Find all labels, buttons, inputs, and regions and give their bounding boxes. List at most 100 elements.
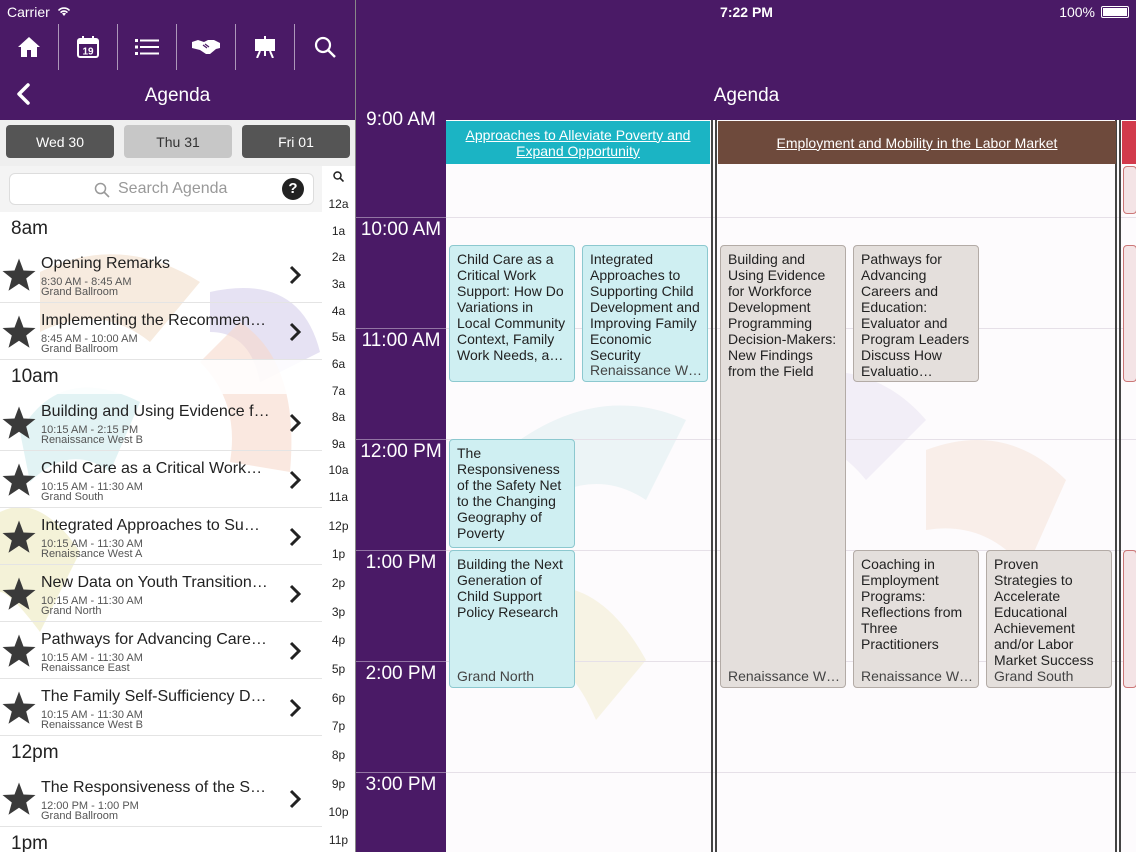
session-card-partial[interactable] [1123, 166, 1136, 214]
session-card-partial[interactable] [1123, 245, 1136, 382]
star-icon[interactable] [1, 257, 37, 293]
item-title: Building and Using Evidence f… [41, 403, 270, 420]
day-tab-thu[interactable]: Thu 31 [124, 125, 232, 158]
home-button[interactable] [0, 24, 59, 70]
presentations-button[interactable] [236, 24, 295, 70]
index-item[interactable]: 10p [322, 805, 355, 819]
session-card-partial[interactable] [1123, 550, 1136, 688]
star-icon[interactable] [1, 405, 37, 441]
list-item[interactable]: Pathways for Advancing Care… 10:15 AM - … [0, 622, 322, 679]
calendar-button[interactable]: 19 [59, 24, 118, 70]
track-divider [711, 120, 713, 852]
star-icon[interactable] [1, 576, 37, 612]
index-item[interactable]: 5p [322, 662, 355, 676]
list-item[interactable]: Opening Remarks 8:30 AM - 8:45 AM Grand … [0, 246, 322, 303]
item-title: Integrated Approaches to Su… [41, 517, 260, 534]
session-card[interactable]: Child Care as a Critical Work Support: H… [449, 245, 575, 382]
time-column: 9:00 AM 10:00 AM 11:00 AM 12:00 PM 1:00 … [356, 109, 446, 852]
list-item[interactable]: Implementing the Recommen… 8:45 AM - 10:… [0, 303, 322, 360]
track-header-third[interactable] [1122, 121, 1136, 164]
index-item[interactable]: 3a [322, 277, 355, 291]
search-button[interactable] [295, 24, 354, 70]
index-item[interactable]: 5a [322, 330, 355, 344]
index-item[interactable]: 7p [322, 719, 355, 733]
star-icon[interactable] [1, 519, 37, 555]
session-card[interactable]: Building the Next Generation of Child Su… [449, 550, 575, 688]
index-item[interactable]: 9a [322, 437, 355, 451]
star-icon[interactable] [1, 781, 37, 817]
session-title: Proven Strategies to Accelerate Educatio… [994, 556, 1094, 668]
session-location: Renaissance W… [590, 362, 703, 378]
session-card[interactable]: Pathways for Advancing Careers and Educa… [853, 245, 979, 382]
index-item[interactable]: 12a [322, 197, 355, 211]
item-location: Grand Ballroom [41, 343, 119, 355]
schedule-title: Agenda [713, 85, 780, 106]
sponsors-button[interactable] [177, 24, 236, 70]
time-label: 11:00 AM [361, 330, 441, 351]
hour-gridline [446, 217, 1136, 218]
index-item[interactable]: 7a [322, 384, 355, 398]
list-item[interactable]: The Responsiveness of the S… 12:00 PM - … [0, 770, 322, 827]
list-item[interactable]: Child Care as a Critical Work… 10:15 AM … [0, 451, 322, 508]
list-item[interactable]: Integrated Approaches to Su… 10:15 AM - … [0, 508, 322, 565]
index-item[interactable]: 6p [322, 691, 355, 705]
item-title: New Data on Youth Transition… [41, 574, 268, 591]
index-item[interactable]: 1a [322, 224, 355, 238]
list-button[interactable] [118, 24, 177, 70]
session-card[interactable]: Integrated Approaches to Supporting Chil… [582, 245, 708, 382]
index-item[interactable]: 3p [322, 605, 355, 619]
star-icon[interactable] [1, 690, 37, 726]
index-item[interactable]: 11a [322, 490, 355, 504]
hour-line [356, 550, 446, 551]
search-icon[interactable] [333, 171, 344, 182]
session-card[interactable]: Proven Strategies to Accelerate Educatio… [986, 550, 1112, 688]
index-item[interactable]: 12p [322, 519, 355, 533]
index-item[interactable]: 4p [322, 633, 355, 647]
list-item[interactable]: The Family Self-Sufficiency D… 10:15 AM … [0, 679, 322, 736]
chevron-right-icon [289, 789, 302, 809]
index-item[interactable]: 2a [322, 250, 355, 264]
index-item[interactable]: 6a [322, 357, 355, 371]
item-title: Implementing the Recommen… [41, 312, 266, 329]
track-header-poverty[interactable]: Approaches to Alleviate Poverty and Expa… [446, 121, 710, 164]
time-label: 10:00 AM [360, 219, 442, 240]
chevron-right-icon [289, 265, 302, 285]
item-title: Opening Remarks [41, 255, 170, 272]
index-item[interactable]: 1p [322, 547, 355, 561]
index-item[interactable]: 4a [322, 304, 355, 318]
index-item[interactable]: 8p [322, 748, 355, 762]
hour-line [356, 772, 446, 773]
index-item[interactable]: 8a [322, 410, 355, 424]
list-icon [135, 39, 159, 55]
star-icon[interactable] [1, 633, 37, 669]
presentation-icon [255, 36, 275, 58]
list-item[interactable]: Building and Using Evidence f… 10:15 AM … [0, 394, 322, 451]
item-title: The Family Self-Sufficiency D… [41, 688, 267, 705]
index-item[interactable]: 11p [322, 833, 355, 847]
session-title: Child Care as a Critical Work Support: H… [457, 251, 566, 363]
star-icon[interactable] [1, 462, 37, 498]
session-card[interactable]: Coaching in Employment Programs: Reflect… [853, 550, 979, 688]
star-icon[interactable] [1, 314, 37, 350]
index-item[interactable]: 10a [322, 463, 355, 477]
schedule-grid-pane: 7:22 PM 100% Agenda 9:00 AM 10:00 AM 11:… [355, 0, 1136, 852]
item-location: Renaissance West B [41, 434, 143, 446]
index-item[interactable]: 9p [322, 777, 355, 791]
track-header-employment[interactable]: Employment and Mobility in the Labor Mar… [718, 121, 1116, 164]
session-card[interactable]: The Responsiveness of the Safety Net to … [449, 439, 575, 548]
track-divider [715, 120, 717, 852]
item-location: Grand Ballroom [41, 810, 119, 822]
day-tab-fri[interactable]: Fri 01 [242, 125, 350, 158]
index-item[interactable]: 2p [322, 576, 355, 590]
search-input[interactable]: Search Agenda ? [9, 173, 314, 205]
session-card[interactable]: Building and Using Evidence for Workforc… [720, 245, 846, 688]
calendar-icon: 19 [77, 36, 99, 58]
time-label: 2:00 PM [365, 663, 437, 684]
day-tab-wed[interactable]: Wed 30 [6, 125, 114, 158]
time-index-bar[interactable]: 12a 1a 2a 3a 4a 5a 6a 7a 8a 9a 10a 11a 1… [322, 166, 355, 852]
help-icon[interactable]: ? [282, 178, 304, 200]
wifi-icon [56, 4, 72, 22]
item-title: The Responsiveness of the S… [41, 779, 267, 796]
list-item[interactable]: New Data on Youth Transition… 10:15 AM -… [0, 565, 322, 622]
hour-line [356, 217, 446, 218]
